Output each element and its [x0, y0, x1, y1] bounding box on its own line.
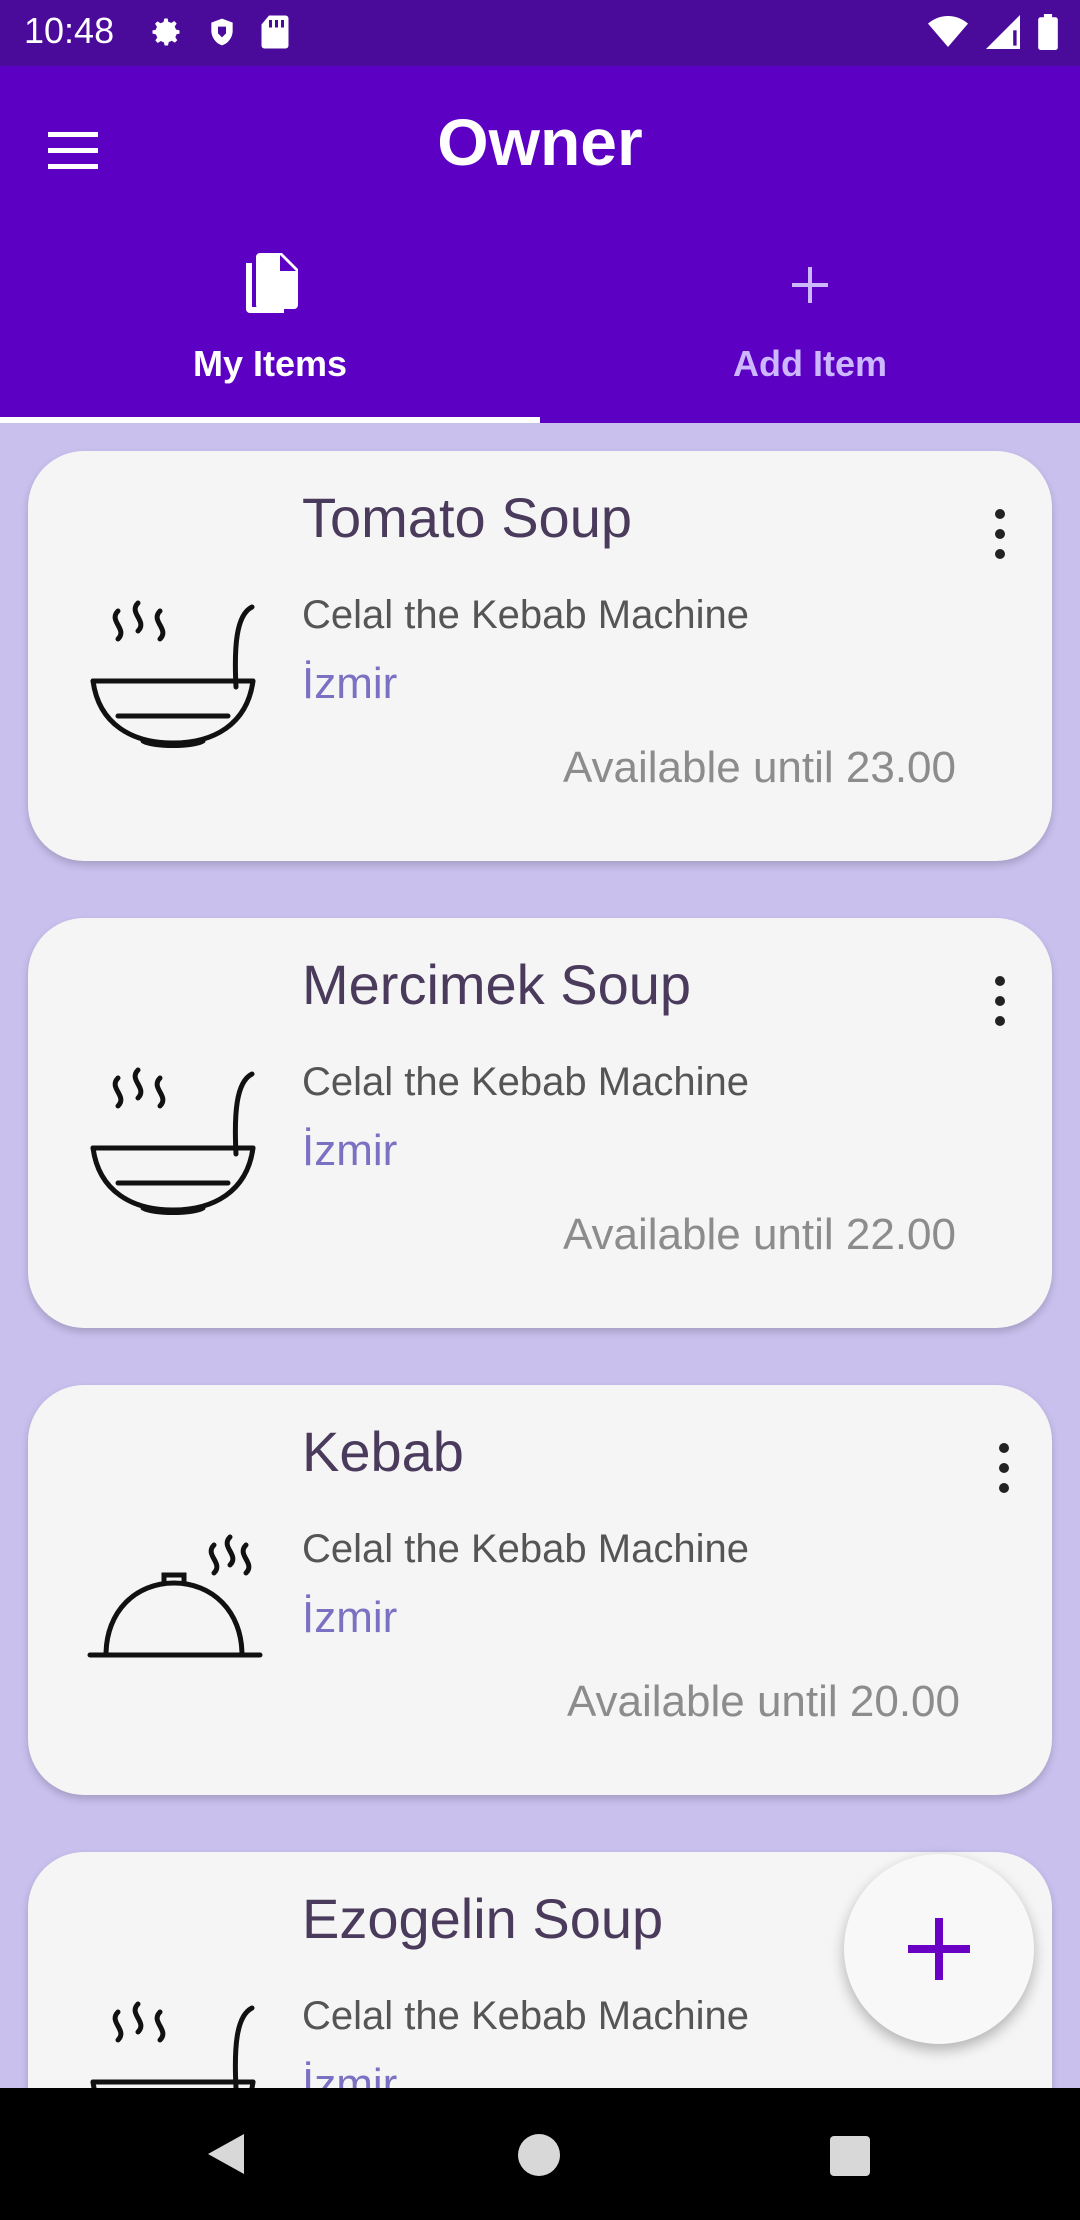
item-availability: Available until 20.00 — [566, 1677, 960, 1726]
plus-icon — [908, 1918, 970, 1980]
food-cloche-icon — [87, 1534, 263, 1658]
status-bar: 10:48 — [0, 0, 1080, 66]
app-bar: Owner My Items Add Item — [0, 66, 1080, 423]
item-city: İzmir — [302, 659, 398, 708]
status-icons-left — [148, 14, 290, 50]
back-icon[interactable] — [204, 2130, 248, 2178]
navigation-bar — [0, 2088, 1080, 2220]
soup-bowl-icon — [90, 2001, 256, 2088]
status-time: 10:48 — [24, 10, 115, 51]
item-name: Mercimek Soup — [302, 953, 692, 1016]
signal-icon — [986, 15, 1020, 49]
item-name: Tomato Soup — [302, 486, 632, 549]
item-availability: Available until 22.00 — [562, 1210, 956, 1259]
soup-bowl-icon — [90, 1067, 256, 1215]
item-city: İzmir — [302, 2060, 398, 2088]
gear-icon — [152, 18, 180, 46]
more-options-icon[interactable] — [986, 976, 1014, 1036]
tab-add-item[interactable]: Add Item — [540, 241, 1080, 423]
item-restaurant: Celal the Kebab Machine — [302, 593, 749, 637]
item-restaurant: Celal the Kebab Machine — [302, 1060, 749, 1104]
soup-bowl-icon — [90, 600, 256, 748]
page-title: Owner — [437, 105, 643, 179]
item-card[interactable]: Kebab Celal the Kebab Machine İzmir Avai… — [28, 1385, 1052, 1795]
sd-card-icon — [261, 15, 289, 49]
item-availability: Available until 23.00 — [562, 743, 956, 792]
item-name: Kebab — [302, 1420, 464, 1483]
items-list[interactable]: Tomato Soup Celal the Kebab Machine İzmi… — [0, 423, 1080, 2088]
tab-add-item-label: Add Item — [732, 343, 887, 384]
plus-icon — [792, 267, 828, 303]
recent-apps-icon[interactable] — [830, 2136, 870, 2176]
battery-icon — [1038, 14, 1058, 50]
item-city: İzmir — [302, 1593, 398, 1642]
item-city: İzmir — [302, 1126, 398, 1175]
item-name: Ezogelin Soup — [302, 1887, 664, 1950]
more-options-icon[interactable] — [986, 509, 1014, 569]
wifi-icon — [928, 16, 968, 47]
tab-my-items-label: My Items — [192, 343, 348, 384]
shield-icon — [211, 18, 233, 46]
item-restaurant: Celal the Kebab Machine — [302, 1527, 749, 1571]
item-card[interactable]: Tomato Soup Celal the Kebab Machine İzmi… — [28, 451, 1052, 861]
add-item-fab[interactable] — [844, 1854, 1034, 2044]
item-card[interactable]: Mercimek Soup Celal the Kebab Machine İz… — [28, 918, 1052, 1328]
status-icons-right — [928, 14, 1058, 50]
tab-my-items[interactable]: My Items — [0, 241, 540, 423]
home-icon[interactable] — [518, 2134, 560, 2176]
more-options-icon[interactable] — [990, 1443, 1018, 1503]
documents-icon — [246, 253, 298, 313]
item-restaurant: Celal the Kebab Machine — [302, 1994, 749, 2038]
